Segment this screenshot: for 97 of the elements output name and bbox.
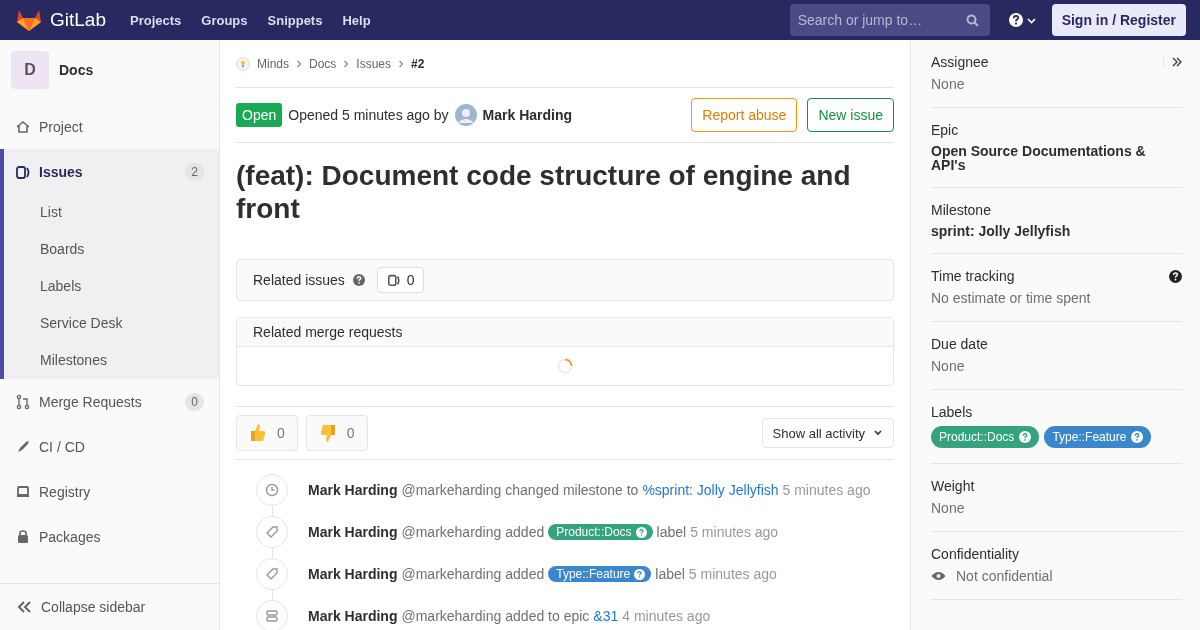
field-title: Milestone (931, 202, 991, 218)
username: @markeharding (401, 524, 502, 540)
merge-request-icon (15, 393, 31, 410)
username: @markeharding (401, 566, 502, 582)
sidebar-item[interactable]: Merge Requests 0 (0, 379, 219, 424)
username: @markeharding (401, 482, 502, 498)
tag-icon (256, 558, 288, 590)
event-link[interactable]: %sprint: Jolly Jellyfish (642, 482, 779, 498)
help-icon[interactable] (1169, 269, 1182, 283)
breadcrumb-link[interactable]: Docs (309, 56, 337, 71)
field-title: Epic (931, 122, 959, 138)
clock-icon (256, 474, 288, 506)
award-button[interactable]: 0 (305, 415, 368, 451)
issue-count-badge: 0 (376, 267, 424, 293)
collapse-icon[interactable] (1163, 57, 1182, 67)
thumbs-down-icon (318, 423, 337, 443)
nav-link[interactable]: Help (342, 12, 371, 28)
field-value: None (931, 76, 966, 92)
epic-icon (256, 600, 288, 630)
new-issue-button[interactable]: New issue (807, 98, 894, 132)
timestamp: 5 minutes ago (688, 566, 777, 582)
field-title: Confidentiality (931, 546, 1019, 562)
field-value: Not confidential (956, 568, 1053, 584)
count-badge: 2 (185, 162, 204, 181)
sidebar-subitem[interactable]: Labels (4, 268, 219, 305)
sidebar-subitem[interactable]: Milestones (4, 342, 219, 379)
tag-icon (256, 516, 288, 548)
caret-icon (873, 429, 883, 437)
section-title: Related issues (253, 272, 345, 288)
action-text: label (656, 524, 687, 540)
author-link[interactable]: Mark Harding (308, 482, 398, 498)
activity-filter-dropdown[interactable]: Show all activity (761, 418, 894, 448)
nav-link[interactable]: Snippets (267, 12, 323, 28)
nav-link[interactable]: Groups (201, 12, 248, 28)
brand-name[interactable]: GitLab (50, 9, 106, 31)
field-value: None (931, 358, 966, 374)
nav-link[interactable]: Projects (130, 12, 182, 28)
action-text: added (505, 524, 545, 540)
field-title: Weight (931, 478, 975, 494)
breadcrumb-link[interactable]: Issues (356, 56, 392, 71)
project-avatar[interactable]: D (11, 51, 49, 89)
help-dropdown-icon[interactable] (1007, 12, 1038, 28)
sidebar-item[interactable]: Project (0, 104, 219, 149)
bulb-avatar-icon (236, 56, 250, 71)
sidebar-item[interactable]: CI / CD (0, 424, 219, 469)
house-icon (15, 118, 31, 135)
field-value: None (931, 500, 966, 516)
label-badge[interactable]: Type::Feature (1044, 426, 1152, 448)
timestamp: 5 minutes ago (690, 524, 779, 540)
loading-spinner (557, 358, 573, 374)
sign-in-button[interactable]: Sign in / Register (1051, 4, 1186, 36)
project-name[interactable]: Docs (59, 62, 94, 78)
action-text: added (505, 566, 545, 582)
timestamp: 5 minutes ago (782, 482, 871, 498)
author-link[interactable]: Mark Harding (308, 608, 398, 624)
username: @markeharding (401, 608, 502, 624)
issues-icon (15, 163, 31, 180)
author-link[interactable]: Mark Harding (308, 524, 398, 540)
action-text: label (655, 566, 685, 582)
search-field[interactable]: Search or jump to… (789, 4, 990, 36)
sidebar-subitem[interactable]: Boards (4, 231, 219, 268)
field-value[interactable]: sprint: Jolly Jellyfish (931, 224, 1182, 238)
author-link[interactable]: Mark Harding (482, 107, 573, 123)
double-chevron-icon (16, 600, 32, 614)
chevron-icon (398, 59, 405, 68)
chevron-icon (296, 59, 302, 68)
package-icon (15, 528, 31, 545)
author-link[interactable]: Mark Harding (308, 566, 398, 582)
breadcrumb-link[interactable]: #2 (411, 56, 425, 71)
search-icon (965, 14, 979, 27)
field-value: No estimate or time spent (931, 290, 1092, 306)
sidebar-item[interactable]: Issues 2 (4, 149, 219, 194)
action-text: changed milestone to (505, 482, 639, 498)
status-badge: Open (236, 103, 283, 127)
breadcrumb-link[interactable]: Minds (257, 56, 289, 71)
eye-icon (931, 571, 946, 581)
event-link[interactable]: &31 (593, 608, 619, 624)
chevron-icon (343, 59, 350, 68)
field-value[interactable]: Open Source Documentations & API's (931, 144, 1182, 172)
field-title: Labels (931, 404, 973, 420)
label-badge[interactable]: Type::Feature (548, 566, 652, 582)
thumbs-up-icon (249, 423, 267, 443)
issue-title: (feat): Document code structure of engine and front (236, 159, 852, 225)
sidebar-subitem[interactable]: List (4, 194, 219, 231)
award-button[interactable]: 0 (236, 415, 298, 451)
field-title: Time tracking (931, 268, 1015, 284)
field-title: Due date (931, 336, 988, 352)
section-title: Related merge requests (253, 324, 403, 340)
timestamp: 4 minutes ago (622, 608, 711, 624)
sidebar-item[interactable]: Packages (0, 514, 219, 559)
opened-text: Opened 5 minutes ago by (288, 107, 449, 123)
sidebar-item[interactable]: Registry (0, 469, 219, 514)
fox-logo-icon[interactable] (16, 8, 42, 32)
count-badge: 0 (185, 392, 204, 411)
sidebar-subitem[interactable]: Service Desk (4, 305, 219, 342)
field-title: Assignee (931, 54, 989, 70)
action-text: added to epic (505, 608, 590, 624)
